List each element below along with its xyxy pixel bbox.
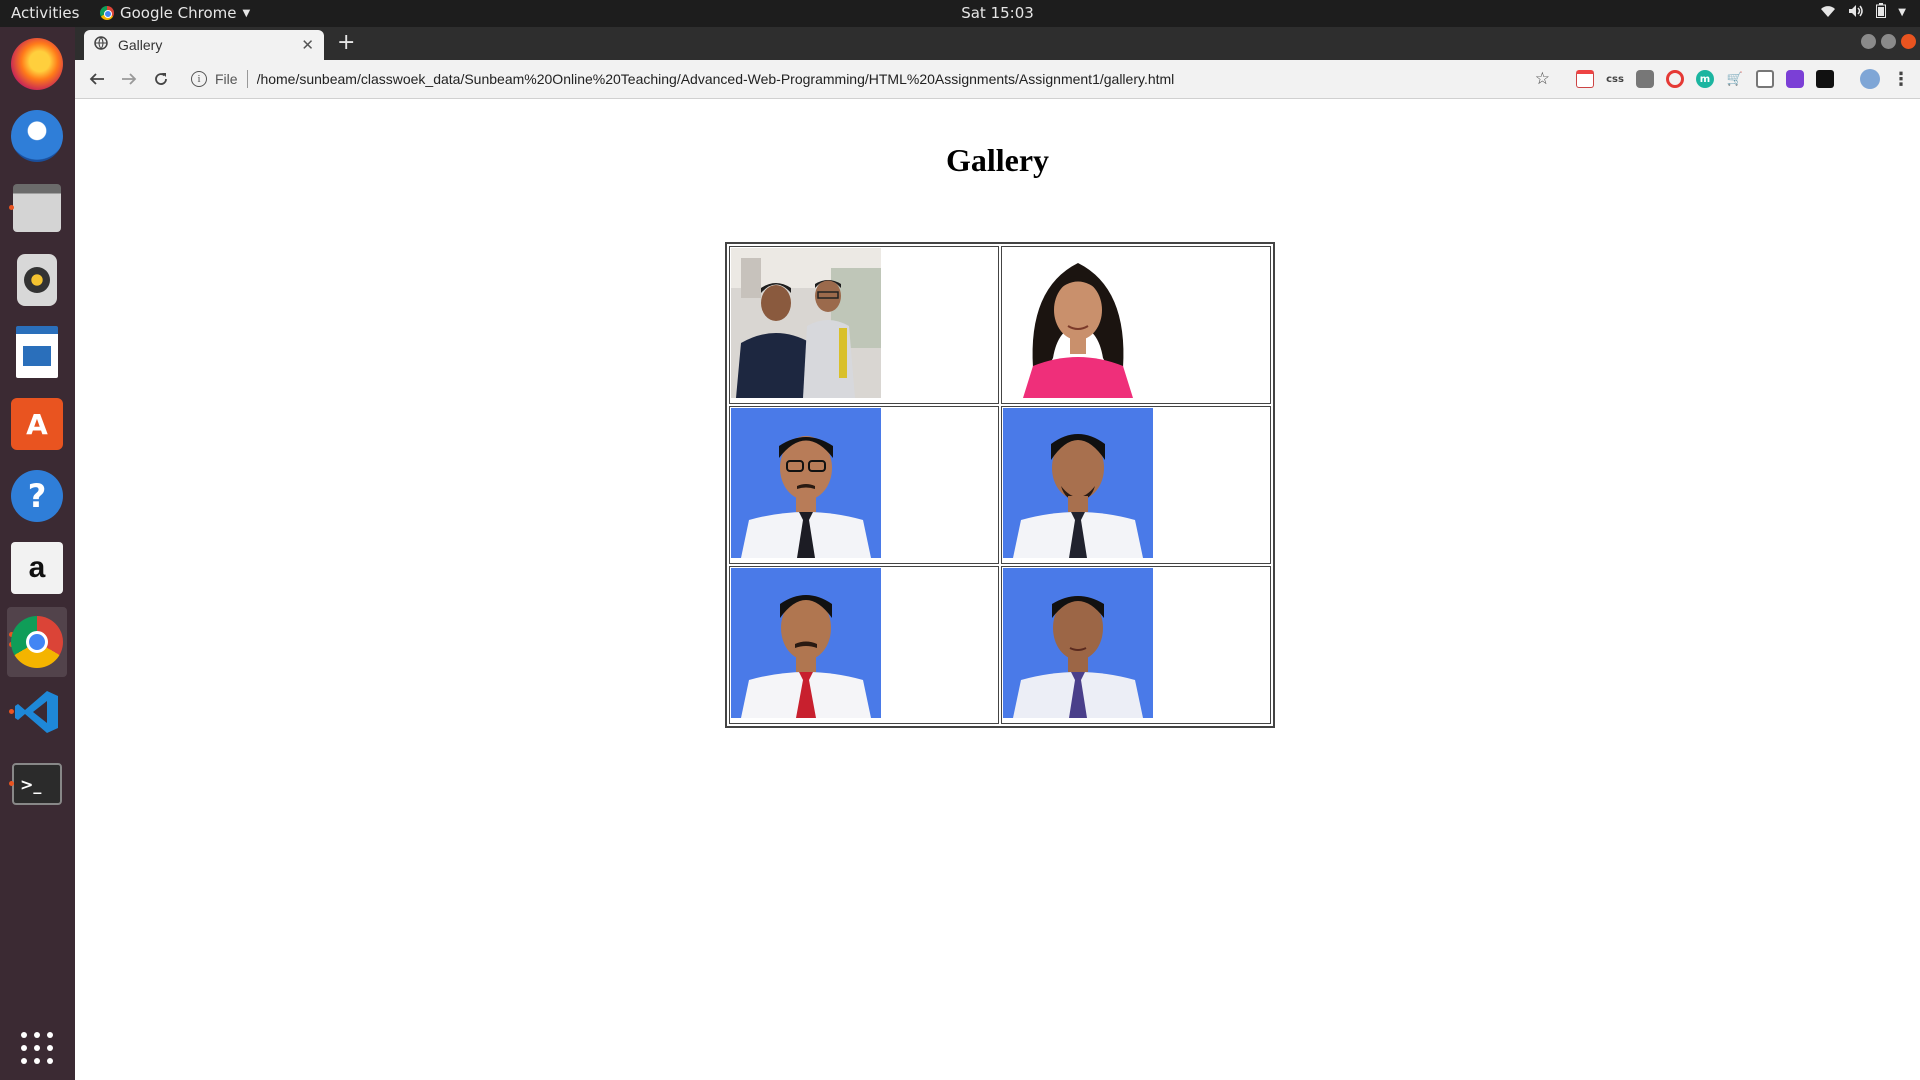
app-grid-icon	[21, 1032, 53, 1064]
tab-close-icon[interactable]: ✕	[301, 36, 314, 54]
clock[interactable]: Sat 15:03	[0, 4, 1920, 22]
dock-writer[interactable]	[7, 321, 67, 383]
forward-button[interactable]	[113, 63, 145, 95]
gallery-cell	[1001, 566, 1271, 724]
minimize-button[interactable]	[1861, 34, 1876, 49]
battery-icon[interactable]	[1876, 3, 1887, 22]
files-icon	[13, 184, 61, 232]
arrow-right-icon	[122, 73, 137, 85]
system-menu-caret-icon[interactable]: ▼	[1898, 7, 1906, 18]
photo-man-black-tie	[1003, 408, 1153, 558]
menu-dots-icon[interactable]: ⋮	[1892, 69, 1910, 90]
css-extension-icon[interactable]: css	[1606, 70, 1624, 88]
info-icon[interactable]: i	[191, 71, 207, 87]
thunderbird-icon	[11, 110, 63, 162]
photo-man-glasses-black-tie	[731, 408, 881, 558]
gallery-table	[725, 242, 1275, 728]
web-page: Gallery	[75, 100, 1920, 1080]
omnibox-divider	[246, 70, 248, 88]
dock-help[interactable]: ?	[7, 465, 67, 527]
rhythmbox-icon	[17, 254, 57, 306]
dock-files[interactable]	[7, 177, 67, 239]
amazon-icon: a	[11, 542, 63, 594]
photo-woman-pink-top	[1003, 248, 1153, 398]
volume-icon[interactable]	[1848, 4, 1864, 22]
gallery-cell	[1001, 246, 1271, 404]
dock-chrome[interactable]	[7, 607, 67, 677]
profile-avatar-icon[interactable]	[1860, 69, 1880, 89]
url-text[interactable]: /home/sunbeam/classwoek_data/Sunbeam%20O…	[257, 71, 1175, 87]
layout-extension-icon[interactable]	[1756, 70, 1774, 88]
maximize-button[interactable]	[1881, 34, 1896, 49]
close-window-button[interactable]	[1901, 34, 1916, 49]
camera-extension-icon[interactable]	[1636, 70, 1654, 88]
page-heading: Gallery	[945, 142, 1050, 178]
gallery-row	[729, 246, 1271, 404]
photo-two-people-selfie	[731, 248, 881, 398]
extensions-area: ☆ css m 🛒 ⋮	[1535, 69, 1920, 90]
window-controls	[1861, 34, 1916, 49]
photo-man-red-tie	[731, 568, 881, 718]
gallery-cell	[729, 406, 999, 564]
dock-rhythmbox[interactable]	[7, 249, 67, 311]
browser-toolbar: i File /home/sunbeam/classwoek_data/Sunb…	[75, 60, 1920, 99]
gallery-cell	[729, 566, 999, 724]
dock-firefox[interactable]	[7, 33, 67, 95]
running-indicator	[9, 205, 14, 210]
dark-extension-icon[interactable]	[1816, 70, 1834, 88]
reload-button[interactable]	[145, 63, 177, 95]
photo-man-purple-tie	[1003, 568, 1153, 718]
system-tray[interactable]: ▼	[1820, 3, 1906, 22]
libreoffice-writer-icon	[16, 326, 58, 378]
system-top-bar: Activities Google Chrome ▼ Sat 15:03 ▼	[0, 0, 1920, 27]
scheme-label: File	[215, 71, 238, 87]
gallery-row	[729, 566, 1271, 724]
terminal-icon: >_	[12, 763, 62, 805]
m-extension-icon[interactable]: m	[1696, 70, 1714, 88]
globe-icon	[94, 36, 108, 54]
vscode-icon	[11, 686, 63, 738]
new-tab-button[interactable]: +	[337, 31, 355, 55]
wifi-icon[interactable]	[1820, 4, 1836, 22]
running-indicator	[9, 781, 14, 786]
running-indicator	[9, 709, 14, 714]
dock-software[interactable]: A	[7, 393, 67, 455]
bookmark-star-icon[interactable]: ☆	[1535, 69, 1550, 89]
dock-terminal[interactable]: >_	[7, 753, 67, 815]
reload-icon	[155, 73, 167, 85]
dock-thunderbird[interactable]	[7, 105, 67, 167]
dock-show-applications[interactable]	[7, 1017, 67, 1079]
cart-extension-icon[interactable]: 🛒	[1726, 70, 1744, 88]
dock-amazon[interactable]: a	[7, 537, 67, 599]
gallery-cell	[729, 246, 999, 404]
address-bar[interactable]: i File /home/sunbeam/classwoek_data/Sunb…	[191, 64, 1535, 94]
calendar-extension-icon[interactable]	[1576, 70, 1594, 88]
help-icon: ?	[11, 470, 63, 522]
firefox-icon	[11, 38, 63, 90]
tab-gallery[interactable]: Gallery ✕	[84, 30, 324, 60]
gallery-cell	[1001, 406, 1271, 564]
puzzle-extension-icon[interactable]	[1786, 70, 1804, 88]
software-center-icon: A	[11, 398, 63, 450]
chrome-icon	[11, 616, 63, 668]
dock-vscode[interactable]	[7, 681, 67, 743]
arrow-left-icon	[89, 73, 104, 85]
gallery-row	[729, 406, 1271, 564]
tab-strip: Gallery ✕ +	[75, 27, 1920, 60]
target-extension-icon[interactable]	[1666, 70, 1684, 88]
application-dock: A ? a >_	[0, 27, 75, 1080]
tab-title: Gallery	[118, 37, 163, 53]
back-button[interactable]	[81, 63, 113, 95]
